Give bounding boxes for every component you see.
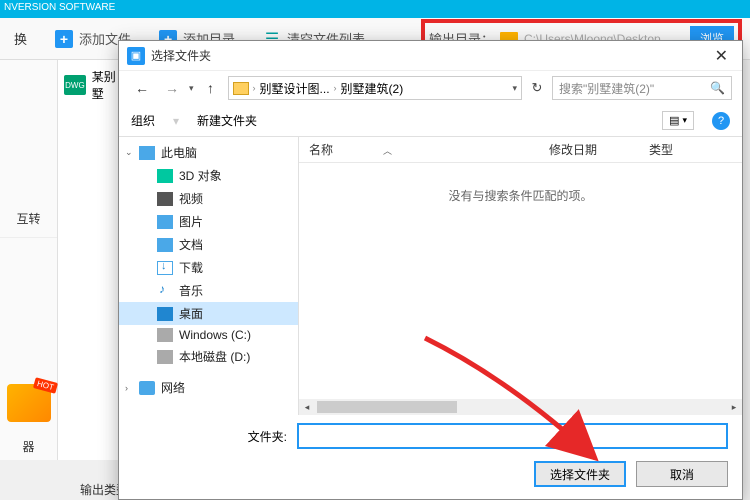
dwg-icon: DWG	[64, 75, 86, 95]
scroll-left-icon[interactable]: ◂	[299, 399, 315, 415]
plus-icon: +	[55, 30, 73, 48]
refresh-icon[interactable]: ↻	[526, 80, 548, 96]
search-icon: 🔍	[710, 81, 725, 95]
forward-icon: →	[159, 76, 185, 100]
content-pane: 名称 ︿ 修改日期 类型 没有与搜索条件匹配的项。 ◂ ▸	[299, 137, 742, 415]
tree-videos[interactable]: 视频	[119, 187, 298, 210]
organize-button[interactable]: 组织	[131, 112, 155, 129]
chevron-right-icon: ›	[334, 83, 337, 93]
tree-music[interactable]: 音乐	[119, 279, 298, 302]
back-icon[interactable]: ←	[129, 76, 155, 100]
chevron-down-icon[interactable]: ▾	[512, 83, 517, 94]
folder-name-input[interactable]	[297, 423, 728, 449]
new-folder-button[interactable]: 新建文件夹	[197, 112, 257, 129]
dialog-toolbar: 组织 ▾ 新建文件夹 ▤ ▾ ?	[119, 105, 742, 137]
scroll-thumb[interactable]	[317, 401, 457, 413]
chevron-right-icon: ›	[253, 83, 256, 93]
sort-asc-icon: ︿	[383, 146, 392, 156]
close-icon[interactable]: ✕	[709, 46, 734, 66]
left-sidebar: 互转 器	[0, 60, 58, 460]
select-folder-button[interactable]: 选择文件夹	[534, 461, 626, 487]
dialog-icon: ▣	[127, 47, 145, 65]
horizontal-scrollbar[interactable]: ◂ ▸	[299, 399, 742, 415]
app-title-bar: NVERSION SOFTWARE	[0, 0, 750, 18]
dialog-titlebar: ▣ 选择文件夹 ✕	[119, 41, 742, 71]
tree-d-drive[interactable]: 本地磁盘 (D:)	[119, 345, 298, 368]
dialog-title: 选择文件夹	[151, 47, 709, 64]
sidebar-mutual[interactable]: 互转	[0, 200, 57, 238]
tree-downloads[interactable]: 下载	[119, 256, 298, 279]
breadcrumb-1[interactable]: 别墅设计图...	[260, 80, 330, 97]
breadcrumb-2[interactable]: 别墅建筑(2)	[341, 80, 404, 97]
address-bar[interactable]: › 别墅设计图... › 别墅建筑(2) ▾	[228, 76, 522, 100]
search-placeholder: 搜索"别墅建筑(2)"	[559, 80, 654, 97]
tree-network[interactable]: ›网络	[119, 376, 298, 399]
dialog-footer: 文件夹: 选择文件夹 取消	[119, 415, 742, 499]
folder-picker-dialog: ▣ 选择文件夹 ✕ ← → ▾ ↑ › 别墅设计图... › 别墅建筑(2) ▾…	[118, 40, 743, 500]
folder-field-label: 文件夹:	[133, 428, 287, 445]
scroll-right-icon[interactable]: ▸	[726, 399, 742, 415]
nav-tree: ⌄此电脑 3D 对象 视频 图片 文档 下载 音乐 桌面 Windows (C:…	[119, 137, 299, 415]
tree-documents[interactable]: 文档	[119, 233, 298, 256]
search-input[interactable]: 搜索"别墅建筑(2)" 🔍	[552, 76, 732, 100]
help-icon[interactable]: ?	[712, 112, 730, 130]
hot-badge-icon[interactable]	[7, 384, 51, 422]
sidebar-device[interactable]: 器	[0, 428, 57, 465]
tree-pictures[interactable]: 图片	[119, 210, 298, 233]
tree-desktop[interactable]: 桌面	[119, 302, 298, 325]
col-date[interactable]: 修改日期	[539, 141, 639, 158]
column-headers: 名称 ︿ 修改日期 类型	[299, 137, 742, 163]
tree-this-pc[interactable]: ⌄此电脑	[119, 141, 298, 164]
cancel-button[interactable]: 取消	[636, 461, 728, 487]
view-mode-button[interactable]: ▤ ▾	[662, 111, 694, 130]
col-type[interactable]: 类型	[639, 141, 683, 158]
history-dropdown-icon[interactable]: ▾	[189, 83, 194, 94]
dialog-nav: ← → ▾ ↑ › 别墅设计图... › 别墅建筑(2) ▾ ↻ 搜索"别墅建筑…	[119, 71, 742, 105]
up-icon[interactable]: ↑	[198, 76, 224, 100]
col-name[interactable]: 名称 ︿	[299, 141, 539, 158]
folder-icon	[233, 82, 249, 95]
tree-3d-objects[interactable]: 3D 对象	[119, 164, 298, 187]
tree-c-drive[interactable]: Windows (C:)	[119, 325, 298, 345]
convert-tab[interactable]: 换	[0, 23, 41, 54]
empty-message: 没有与搜索条件匹配的项。	[299, 163, 742, 204]
